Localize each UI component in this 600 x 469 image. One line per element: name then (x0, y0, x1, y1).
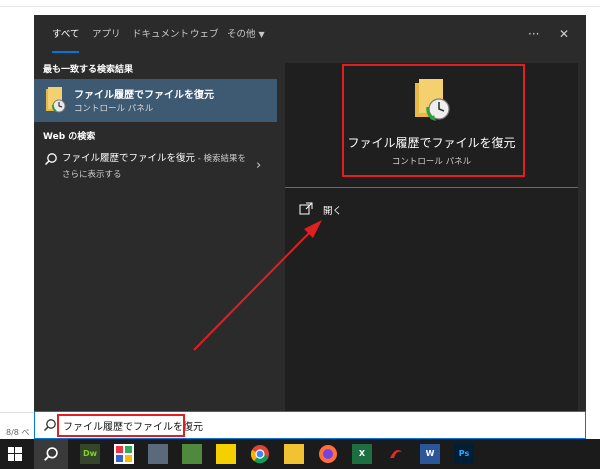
taskbar-app-red-app[interactable] (386, 444, 406, 464)
taskbar: Dw X W Ps (0, 439, 600, 469)
search-icon (44, 447, 58, 461)
web-search-suffix-line2: さらに表示する (62, 170, 122, 180)
best-match-result[interactable]: ファイル履歴でファイルを復元 コントロール パネル (34, 79, 277, 122)
taskbar-app-excel[interactable]: X (352, 444, 372, 464)
results-pane: 最も一致する検索結果 ファイル履歴でファイルを復元 コントロール パネル Web… (34, 57, 277, 411)
best-match-subtitle: コントロール パネル (74, 104, 154, 114)
search-tabs: すべて アプリ ドキュメント ウェブ その他 ▼ ··· ✕ (34, 15, 586, 57)
taskbar-app-dreamweaver[interactable]: Dw (80, 444, 100, 464)
firefox-icon (319, 445, 337, 463)
web-search-text: ファイル履歴でファイルを復元 - 検索結果を さらに表示する (62, 151, 252, 183)
search-icon (44, 153, 57, 166)
more-options-button[interactable]: ··· (528, 27, 539, 41)
tab-more-label: その他 (227, 29, 256, 40)
tab-more[interactable]: その他 ▼ (227, 15, 265, 57)
taskbar-app-firefox[interactable] (318, 444, 338, 464)
taskbar-app-photos[interactable] (182, 444, 202, 464)
page-status: 8/8 ペ (6, 428, 30, 437)
web-search-heading: Web の検索 (43, 132, 96, 142)
web-search-result[interactable]: ファイル履歴でファイルを復元 - 検索結果を さらに表示する › (34, 148, 277, 192)
taskbar-app-chrome[interactable] (250, 444, 270, 464)
annotation-preview-box (342, 64, 525, 177)
taskbar-app-file-explorer[interactable] (284, 444, 304, 464)
windows-start-icon[interactable] (8, 447, 22, 461)
red-app-icon (390, 450, 402, 458)
file-explorer-icon (284, 444, 304, 464)
close-button[interactable]: ✕ (559, 27, 569, 41)
web-search-suffix: - 検索結果を (195, 154, 246, 164)
taskbar-app-photoshop[interactable]: Ps (454, 444, 474, 464)
app-grid-icon (116, 446, 132, 462)
photos-icon (182, 444, 202, 464)
taskbar-search-button[interactable] (34, 439, 68, 469)
document-top-edge (0, 0, 600, 7)
chevron-right-icon: › (256, 158, 262, 173)
photoshop-icon: Ps (458, 449, 470, 458)
tab-all[interactable]: すべて (52, 15, 80, 57)
web-search-query: ファイル履歴でファイルを復元 (62, 153, 196, 164)
search-icon (43, 419, 56, 432)
tab-apps[interactable]: アプリ (92, 15, 121, 57)
taskbar-app-word[interactable]: W (420, 444, 440, 464)
annotation-search-box (57, 414, 185, 437)
best-match-heading: 最も一致する検索結果 (43, 65, 134, 75)
calculator-icon (148, 444, 168, 464)
excel-icon: X (358, 449, 366, 458)
preview-divider (285, 187, 578, 188)
taskbar-app-app-grid[interactable] (114, 444, 134, 464)
file-history-icon (46, 87, 66, 113)
chrome-icon (250, 445, 269, 464)
taskbar-app-calculator[interactable] (148, 444, 168, 464)
dreamweaver-icon: Dw (82, 449, 98, 458)
word-icon: W (425, 449, 435, 458)
sticky-notes-icon (216, 444, 236, 464)
taskbar-app-sticky-notes[interactable] (216, 444, 236, 464)
tab-documents[interactable]: ドキュメント (132, 15, 189, 57)
chevron-down-icon: ▼ (258, 30, 265, 39)
tab-web[interactable]: ウェブ (190, 15, 219, 57)
open-icon (299, 202, 313, 215)
best-match-title: ファイル履歴でファイルを復元 (74, 90, 214, 101)
open-label: 開く (323, 206, 343, 217)
